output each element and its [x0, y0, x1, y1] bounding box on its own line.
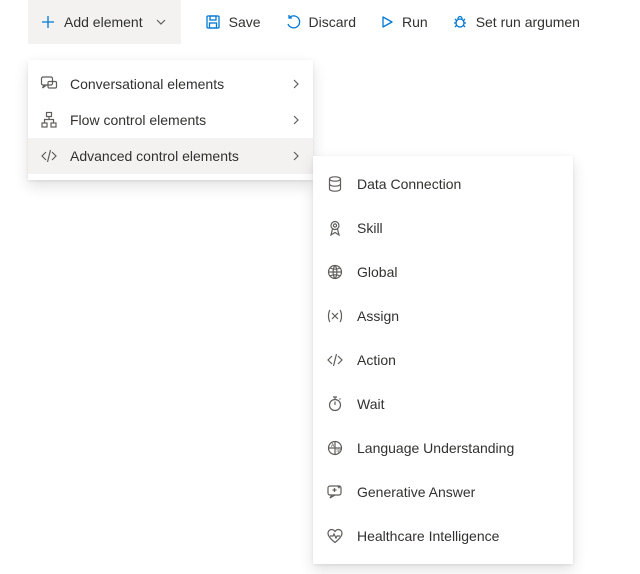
menu-item-label: Global — [357, 264, 561, 280]
menu-item-label: Conversational elements — [70, 76, 279, 92]
undo-icon — [285, 14, 301, 30]
menu-item-label: Generative Answer — [357, 484, 561, 500]
set-run-arguments-label: Set run argumen — [476, 14, 580, 30]
menu-item-data-connection[interactable]: Data Connection — [313, 162, 573, 206]
add-element-menu: Conversational elements Flow control ele… — [28, 60, 313, 180]
menu-item-label: Action — [357, 352, 561, 368]
menu-item-label: Assign — [357, 308, 561, 324]
save-label: Save — [229, 14, 261, 30]
chevron-right-icon — [291, 112, 301, 128]
chevron-down-icon — [155, 16, 167, 28]
code-icon — [325, 351, 345, 369]
menu-item-label: Skill — [357, 220, 561, 236]
menu-item-action[interactable]: Action — [313, 338, 573, 382]
save-icon — [205, 14, 221, 30]
stopwatch-icon — [325, 395, 345, 413]
add-element-button[interactable]: Add element — [28, 0, 181, 44]
sparkle-chat-icon — [325, 483, 345, 501]
globe-icon — [325, 263, 345, 281]
advanced-control-submenu: Data Connection Skill Global — [313, 156, 573, 564]
menu-item-assign[interactable]: Assign — [313, 294, 573, 338]
menu-item-healthcare-intelligence[interactable]: Healthcare Intelligence — [313, 514, 573, 558]
set-run-arguments-button[interactable]: Set run argumen — [440, 0, 592, 44]
run-button[interactable]: Run — [368, 0, 440, 44]
menu-item-advanced-control-elements[interactable]: Advanced control elements — [28, 138, 313, 174]
menu-item-label: Data Connection — [357, 176, 561, 192]
database-icon — [325, 175, 345, 193]
add-element-label: Add element — [64, 14, 143, 30]
menu-item-label: Flow control elements — [70, 112, 279, 128]
play-icon — [380, 15, 394, 29]
translate-icon: A 字 — [325, 439, 345, 457]
menu-item-label: Wait — [357, 396, 561, 412]
save-button[interactable]: Save — [193, 0, 273, 44]
menu-item-global[interactable]: Global — [313, 250, 573, 294]
menu-item-flow-control-elements[interactable]: Flow control elements — [28, 102, 313, 138]
menu-item-label: Advanced control elements — [70, 148, 279, 164]
discard-button[interactable]: Discard — [273, 0, 368, 44]
toolbar: Add element Save Discard Run — [0, 0, 640, 44]
code-icon — [40, 147, 58, 165]
menu-item-language-understanding[interactable]: A 字 Language Understanding — [313, 426, 573, 470]
discard-label: Discard — [309, 14, 356, 30]
chevron-right-icon — [291, 76, 301, 92]
run-label: Run — [402, 14, 428, 30]
flow-icon — [40, 111, 58, 129]
menu-item-label: Healthcare Intelligence — [357, 528, 561, 544]
heart-pulse-icon — [325, 527, 345, 545]
menu-item-skill[interactable]: Skill — [313, 206, 573, 250]
menu-item-wait[interactable]: Wait — [313, 382, 573, 426]
variable-icon — [325, 307, 345, 325]
plus-icon — [40, 14, 56, 30]
svg-text:字: 字 — [336, 448, 341, 455]
chat-icon — [40, 75, 58, 93]
menu-item-label: Language Understanding — [357, 440, 561, 456]
award-icon — [325, 219, 345, 237]
bug-icon — [452, 14, 468, 30]
menu-item-conversational-elements[interactable]: Conversational elements — [28, 66, 313, 102]
chevron-right-icon — [291, 148, 301, 164]
menu-item-generative-answer[interactable]: Generative Answer — [313, 470, 573, 514]
